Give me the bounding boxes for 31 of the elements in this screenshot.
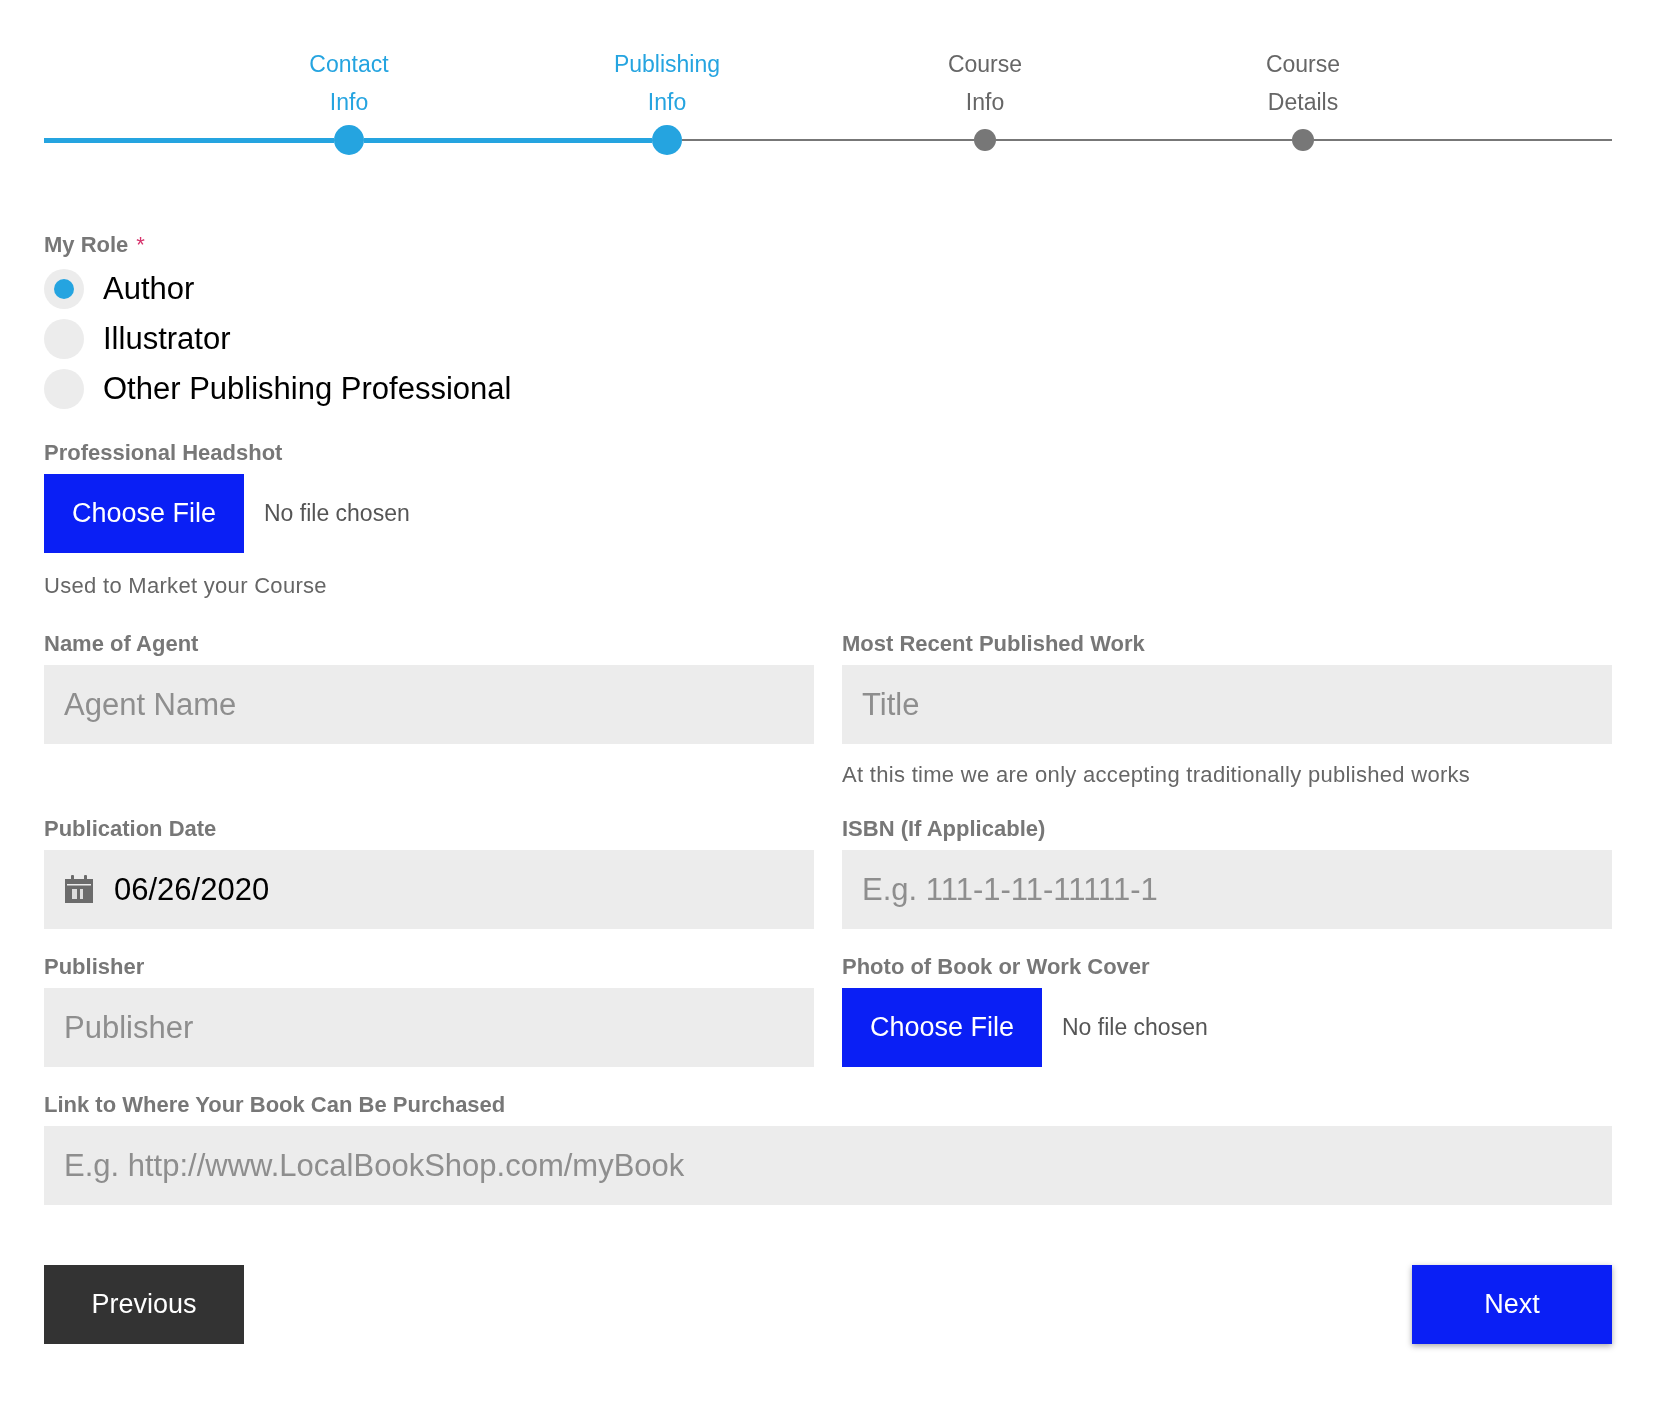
field-label: Professional Headshot [44,439,284,467]
required-asterisk: * [136,231,145,259]
input-field[interactable]: Publisher [44,988,814,1067]
field-label: Publication Date [44,815,218,843]
field-label: Name of Agent [44,630,200,658]
helper-text: Used to Market your Course [44,572,328,600]
calendar-icon [64,874,94,904]
field-label: Publisher [44,953,146,981]
field-label: My Role [44,231,129,259]
radio-label: Author [103,269,195,308]
previous-button[interactable]: Previous [44,1265,244,1344]
choose-file-button[interactable]: Choose File [842,988,1042,1067]
choose-file-button[interactable]: Choose File [44,474,244,553]
file-status: No file chosen [264,499,410,529]
helper-text: At this time we are only accepting traditionally published works [842,761,1472,789]
field-label: Link to Where Your Book Can Be Purchased [44,1091,507,1119]
field-label: ISBN (If Applicable) [842,815,1047,843]
step-label[interactable]: Course Details [1245,45,1361,125]
input-field[interactable]: E.g. 111-1-11-11111-1 [842,850,1612,929]
field-label: Most Recent Published Work [842,630,1146,658]
field-label: Photo of Book or Work Cover [842,953,1151,981]
radio-label: Other Publishing Professional [103,369,512,408]
input-field[interactable]: Agent Name [44,665,814,744]
radio-button[interactable] [44,269,84,309]
input-field[interactable]: Title [842,665,1612,744]
date-field[interactable]: 06/26/2020 [44,850,814,929]
input-field[interactable]: E.g. http://www.LocalBookShop.com/myBook [44,1126,1612,1205]
next-button[interactable]: Next [1412,1265,1612,1344]
radio-label: Illustrator [103,319,231,358]
file-status: No file chosen [1062,1013,1208,1043]
step-label[interactable]: Course Info [927,45,1043,125]
